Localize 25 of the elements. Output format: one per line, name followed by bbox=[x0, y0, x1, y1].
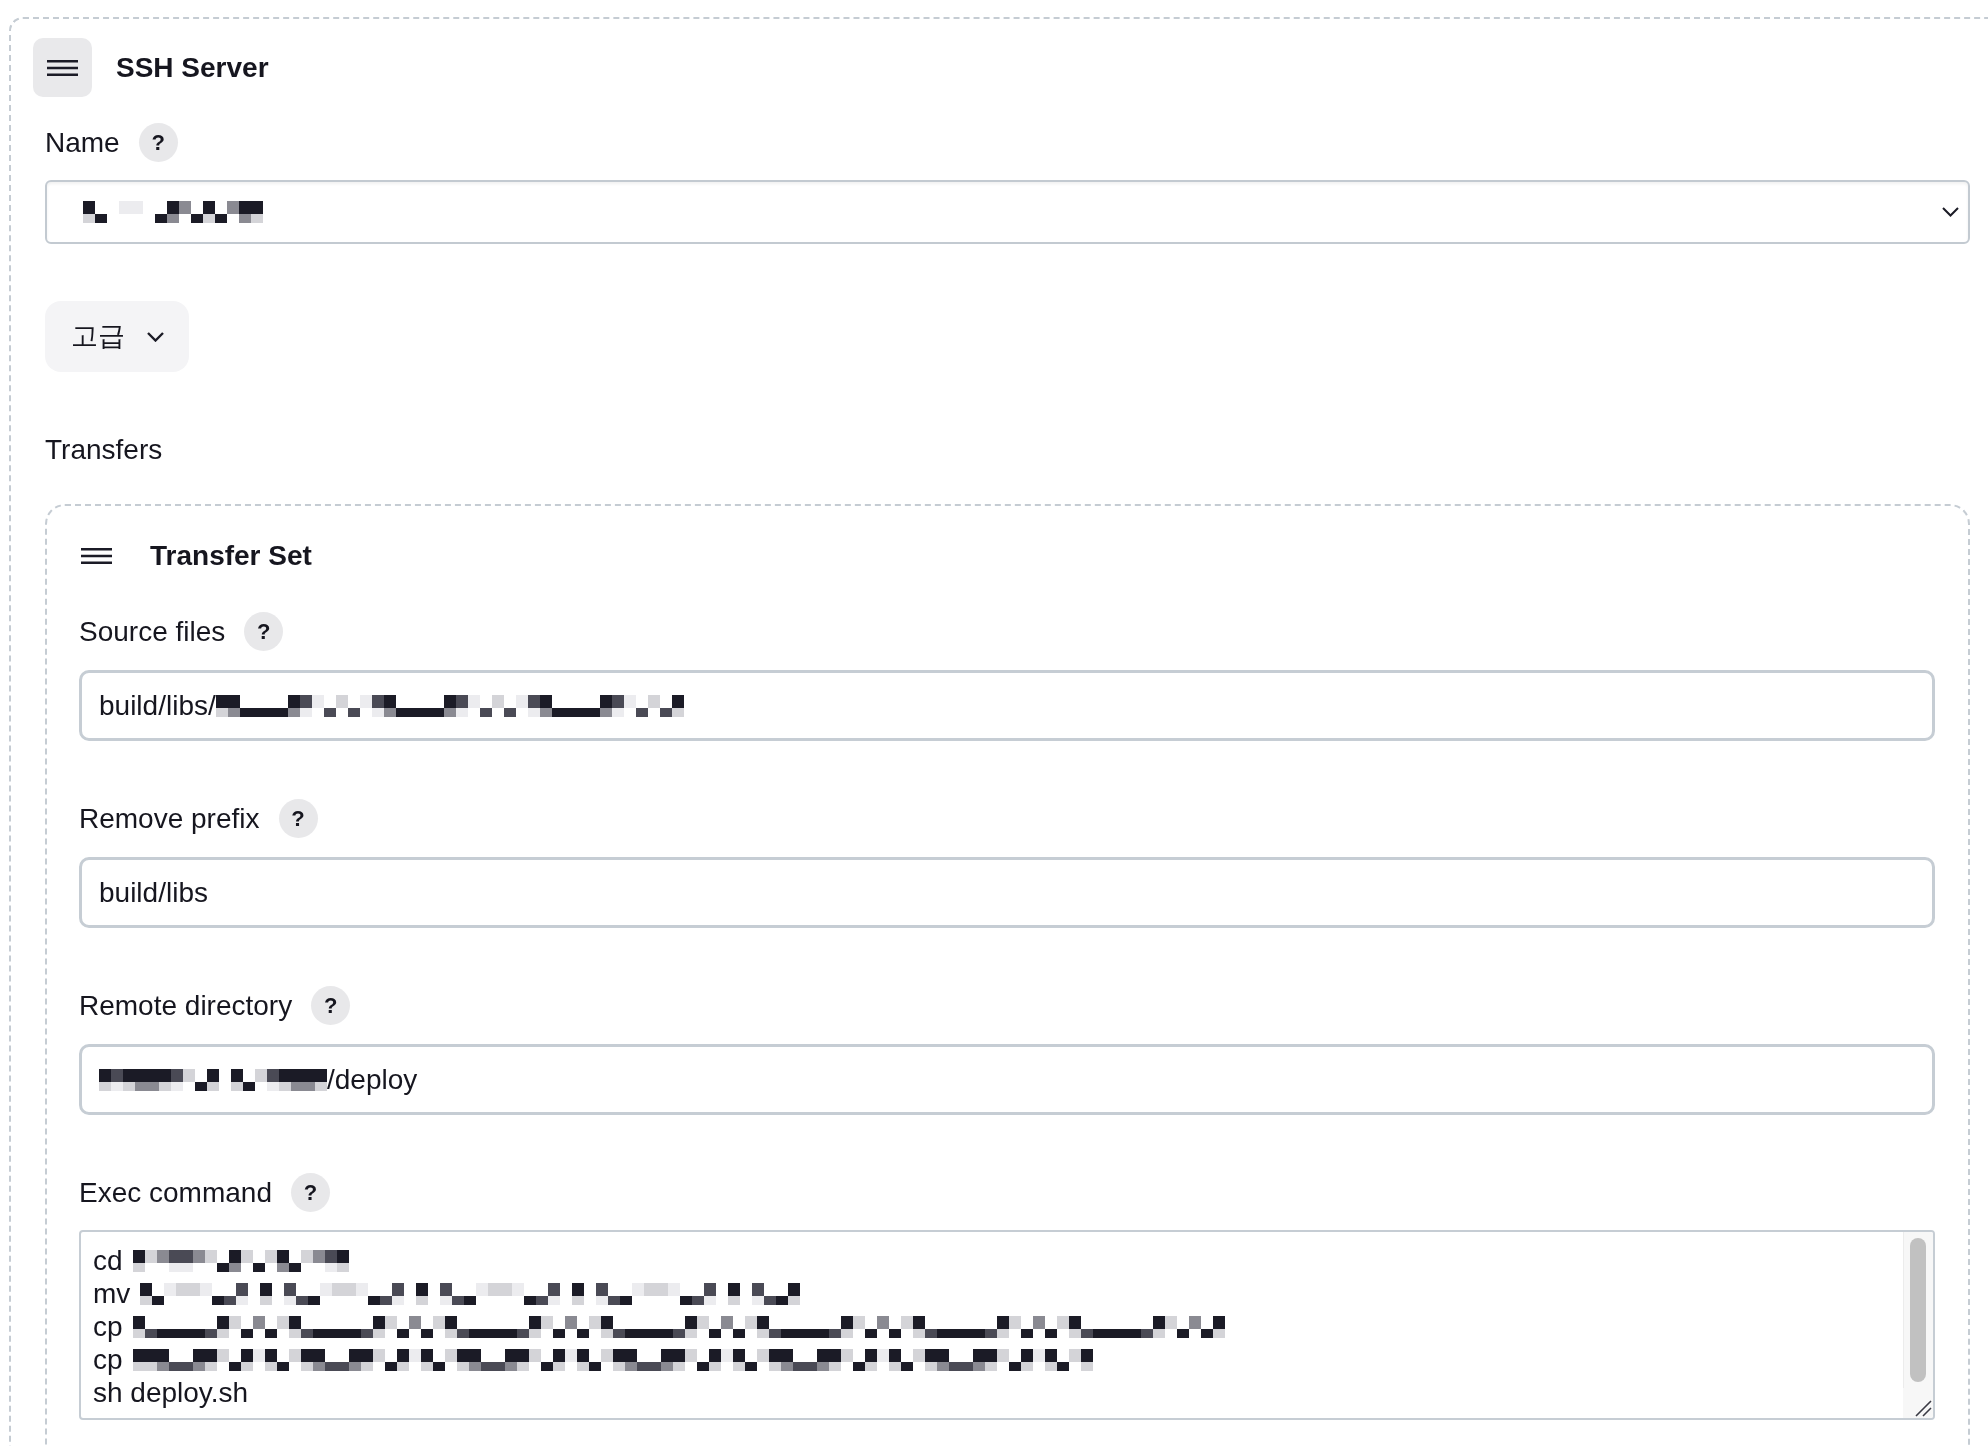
select-field[interactable] bbox=[45, 180, 1970, 244]
section-label: Transfers bbox=[45, 434, 163, 466]
help-button[interactable]: ? bbox=[290, 1173, 330, 1212]
menu-icon bbox=[47, 59, 78, 76]
field-label: Exec command bbox=[79, 1176, 272, 1209]
help-button[interactable]: ? bbox=[138, 123, 178, 162]
section-title: SSH Server bbox=[116, 50, 269, 85]
chevron-down-icon bbox=[1942, 207, 1959, 217]
advanced-button[interactable]: 고급 bbox=[45, 301, 189, 372]
help-button[interactable]: ? bbox=[244, 612, 284, 651]
resize-grip-icon[interactable] bbox=[1903, 1388, 1933, 1418]
menu-icon[interactable] bbox=[81, 547, 112, 564]
field-label: Name bbox=[45, 126, 120, 159]
text-input[interactable]: build/libs bbox=[79, 857, 1935, 928]
field-label: Remote directory bbox=[79, 989, 293, 1022]
help-button[interactable]: ? bbox=[278, 799, 318, 838]
menu-button[interactable] bbox=[33, 38, 92, 97]
section-title: Transfer Set bbox=[150, 538, 312, 573]
field-label: Remove prefix bbox=[79, 802, 260, 835]
field-label: Source files bbox=[79, 615, 226, 648]
text-input[interactable]: /deploy bbox=[79, 1044, 1935, 1115]
textarea-field[interactable]: cd mv cp cp sh deploy.sh bbox=[79, 1230, 1935, 1420]
help-button[interactable]: ? bbox=[311, 986, 351, 1025]
scrollbar-thumb[interactable] bbox=[1910, 1238, 1926, 1382]
text-input[interactable]: build/libs/ bbox=[79, 670, 1935, 741]
